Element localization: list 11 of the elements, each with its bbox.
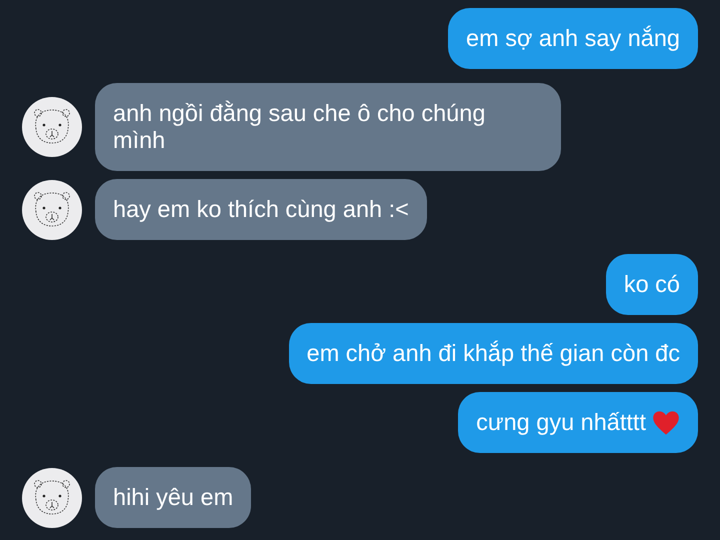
message-bubble: hay em ko thích cùng anh :< <box>95 179 427 240</box>
bear-avatar-icon <box>22 468 82 528</box>
bear-avatar-icon <box>22 97 82 157</box>
message-bubble: ko có <box>606 254 698 315</box>
message-bubble: hihi yêu em <box>95 467 252 528</box>
heart-icon <box>652 410 680 436</box>
message-bubble: anh ngồi đằng sau che ô cho chúng mình <box>95 83 561 171</box>
bear-avatar-icon <box>22 180 82 240</box>
message-bubble: cưng gyu nhấtttt <box>458 392 698 453</box>
message-bubble: em sợ anh say nắng <box>448 8 698 69</box>
message-bubble: em chở anh đi khắp thế gian còn đc <box>288 323 698 384</box>
